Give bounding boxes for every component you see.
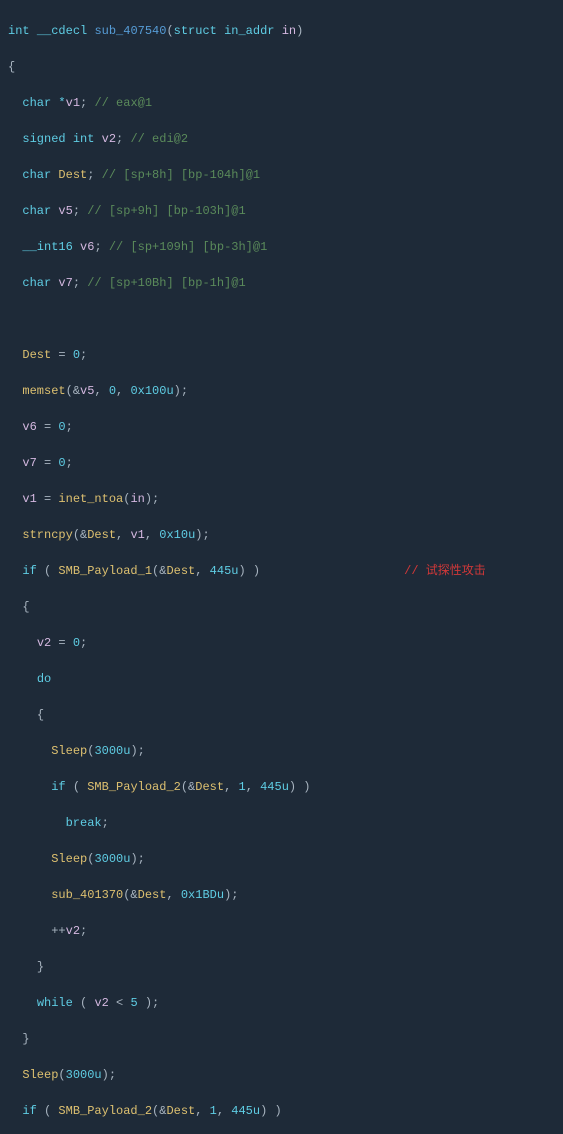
stmt: Sleep(3000u);	[0, 742, 563, 760]
do-stmt: do	[0, 670, 563, 688]
stmt: strncpy(&Dest, v1, 0x10u);	[0, 526, 563, 544]
blank-line	[0, 310, 563, 328]
if-stmt: if ( SMB_Payload_2(&Dest, 1, 445u) )	[0, 1102, 563, 1120]
brace-open: {	[0, 58, 563, 76]
if-stmt: if ( SMB_Payload_1(&Dest, 445u) ) // 试探性…	[0, 562, 563, 580]
stmt: Sleep(3000u);	[0, 1066, 563, 1084]
comment-chinese: // 试探性攻击	[404, 564, 486, 578]
brace-close: }	[0, 1030, 563, 1048]
calling-conv: __cdecl	[37, 24, 87, 38]
stmt: v1 = inet_ntoa(in);	[0, 490, 563, 508]
stmt: v7 = 0;	[0, 454, 563, 472]
decl-line: char Dest; // [sp+8h] [bp-104h]@1	[0, 166, 563, 184]
ret-type: int	[8, 24, 30, 38]
param-type: struct in_addr	[174, 24, 275, 38]
func-signature: int __cdecl sub_407540(struct in_addr in…	[0, 22, 563, 40]
brace-open: {	[0, 706, 563, 724]
stmt: sub_401370(&Dest, 0x1BDu);	[0, 886, 563, 904]
brace-close: }	[0, 958, 563, 976]
decl-line: signed int v2; // edi@2	[0, 130, 563, 148]
stmt: v2 = 0;	[0, 634, 563, 652]
break-stmt: break;	[0, 814, 563, 832]
stmt: ++v2;	[0, 922, 563, 940]
code-view: int __cdecl sub_407540(struct in_addr in…	[0, 4, 563, 1134]
stmt: v6 = 0;	[0, 418, 563, 436]
func-name: sub_407540	[94, 24, 166, 38]
decl-line: char v5; // [sp+9h] [bp-103h]@1	[0, 202, 563, 220]
while-stmt: while ( v2 < 5 );	[0, 994, 563, 1012]
decl-line: char *v1; // eax@1	[0, 94, 563, 112]
stmt: memset(&v5, 0, 0x100u);	[0, 382, 563, 400]
stmt: Dest = 0;	[0, 346, 563, 364]
decl-line: char v7; // [sp+10Bh] [bp-1h]@1	[0, 274, 563, 292]
param-name: in	[282, 24, 296, 38]
decl-line: __int16 v6; // [sp+109h] [bp-3h]@1	[0, 238, 563, 256]
if-stmt: if ( SMB_Payload_2(&Dest, 1, 445u) )	[0, 778, 563, 796]
brace-open: {	[0, 598, 563, 616]
stmt: Sleep(3000u);	[0, 850, 563, 868]
